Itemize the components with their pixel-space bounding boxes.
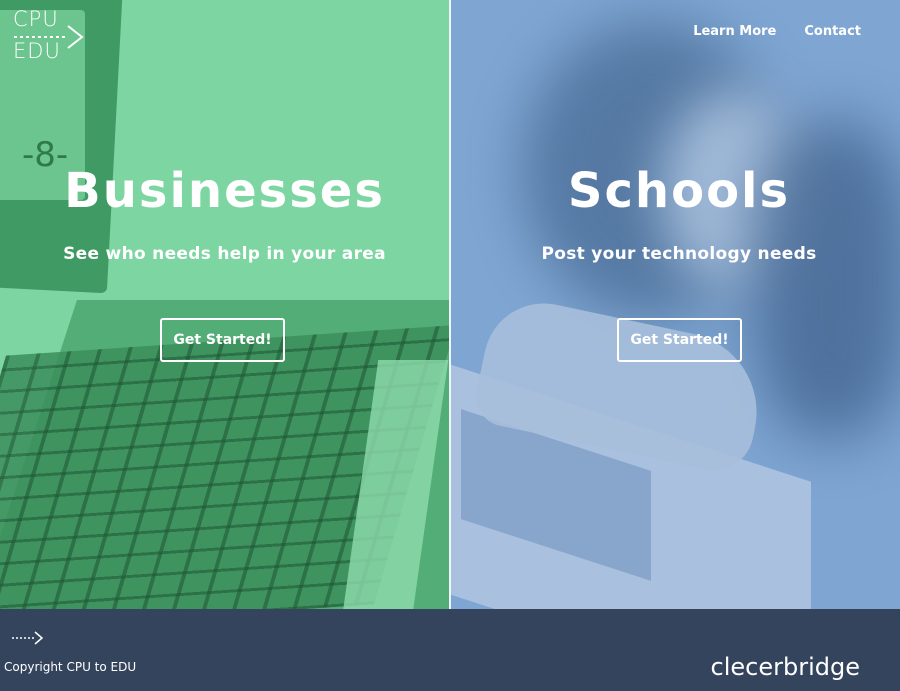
businesses-content: Businesses See who needs help in your ar… bbox=[0, 160, 449, 264]
logo-text-edu: EDU bbox=[13, 39, 61, 63]
hero: -8- CPU EDU Learn More Contact Businesse… bbox=[0, 0, 900, 609]
businesses-subtitle: See who needs help in your area bbox=[63, 244, 386, 264]
nav-contact[interactable]: Contact bbox=[804, 24, 861, 39]
top-nav: Learn More Contact bbox=[693, 24, 861, 39]
nav-learn-more[interactable]: Learn More bbox=[693, 24, 776, 39]
sponsor-logo[interactable]: clecerbridge bbox=[711, 653, 860, 681]
footer-arrow-icon bbox=[12, 631, 44, 645]
site-logo[interactable]: CPU EDU bbox=[13, 6, 85, 64]
footer-copyright: Copyright CPU to EDU bbox=[4, 660, 137, 674]
businesses-panel: -8- bbox=[0, 0, 449, 609]
schools-subtitle: Post your technology needs bbox=[541, 244, 817, 264]
businesses-title: Businesses bbox=[64, 163, 385, 219]
schools-content: Schools Post your technology needs bbox=[451, 160, 900, 264]
businesses-get-started-button[interactable]: Get Started! bbox=[160, 318, 285, 362]
schools-panel bbox=[451, 0, 900, 609]
schools-title: Schools bbox=[567, 163, 791, 219]
site-footer: Copyright CPU to EDU clecerbridge bbox=[0, 609, 900, 691]
schools-get-started-button[interactable]: Get Started! bbox=[617, 318, 742, 362]
